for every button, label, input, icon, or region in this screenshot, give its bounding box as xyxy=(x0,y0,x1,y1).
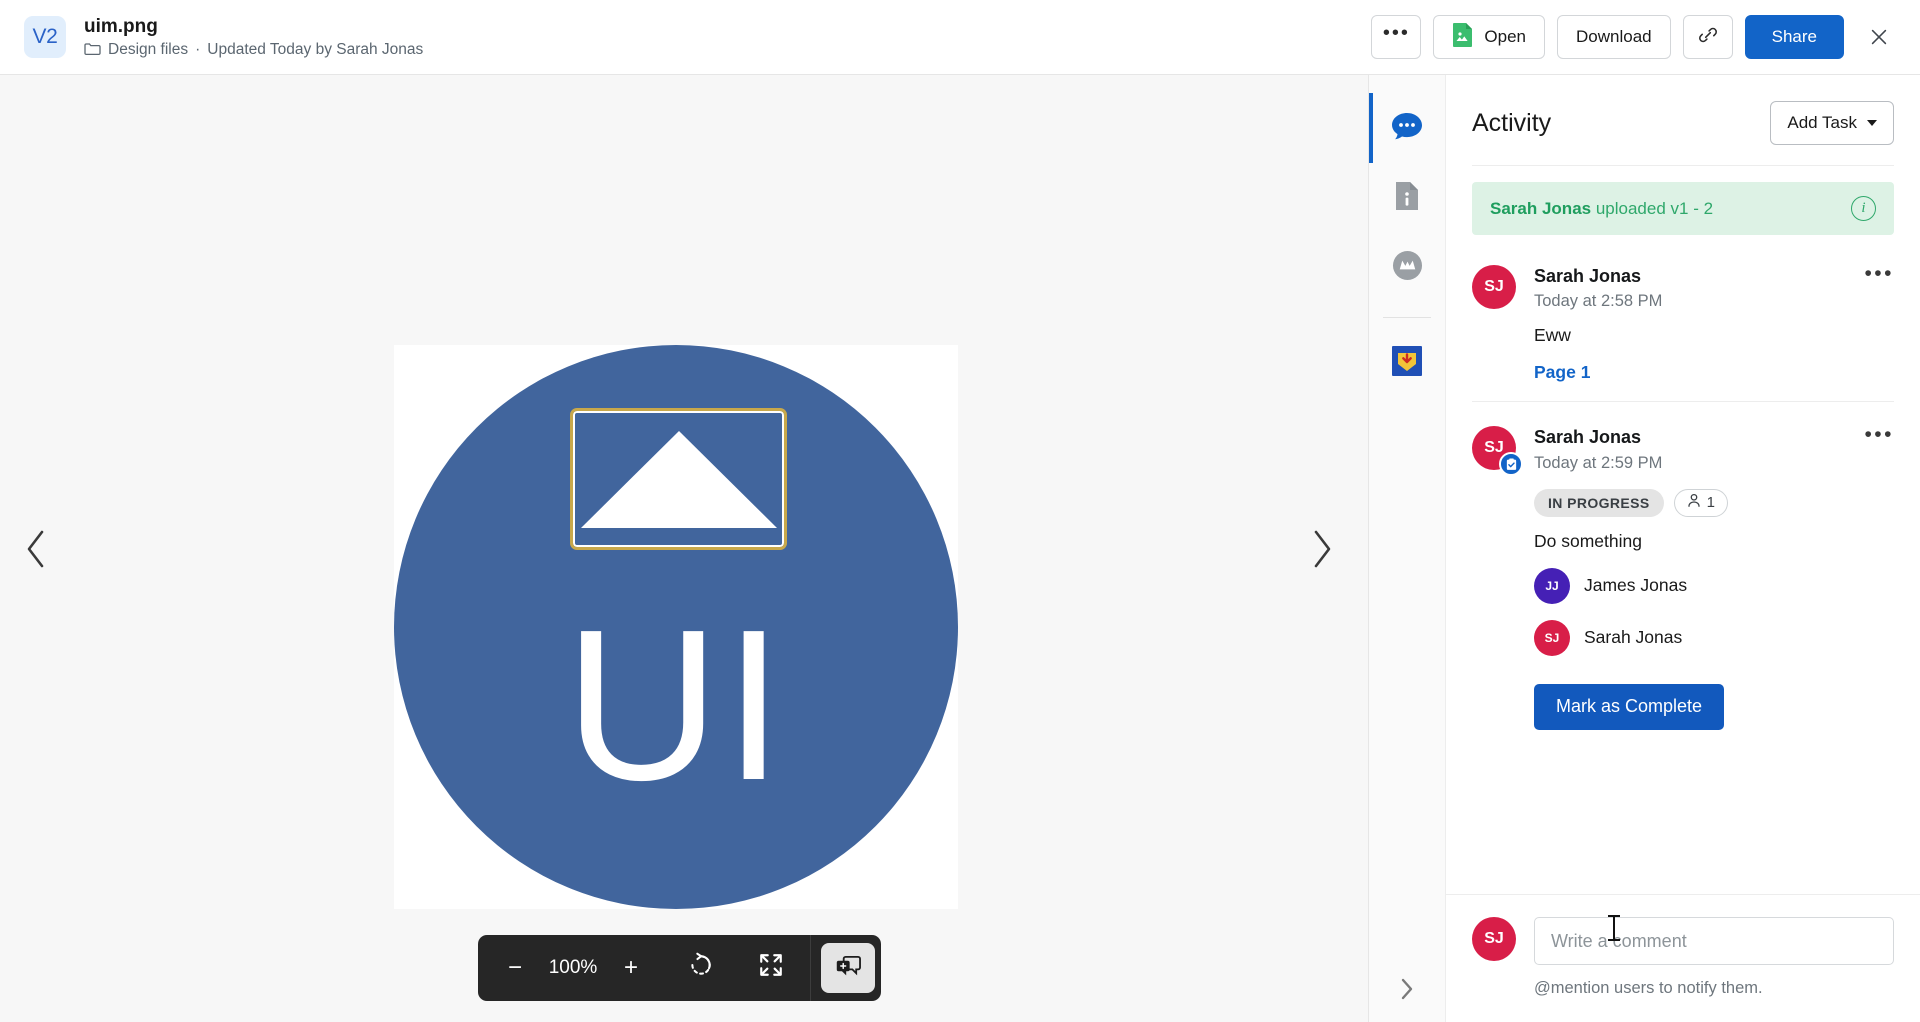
main-body: UI − 100% + Activity Add Task Sarah Jona… xyxy=(0,75,1920,1022)
task-assignee-row[interactable]: SJ Sarah Jonas xyxy=(1534,619,1894,656)
rail-item-info[interactable] xyxy=(1369,163,1445,233)
image-preview-area: UI − 100% + xyxy=(0,75,1368,1022)
task-body: Do something xyxy=(1534,530,1642,551)
app-header: V2 uim.png Design files · Updated Today … xyxy=(0,0,1920,75)
panel-icon-rail xyxy=(1368,75,1445,1022)
rotate-left-icon xyxy=(688,952,714,985)
info-icon[interactable]: i xyxy=(1851,196,1876,221)
zoom-toolbar: − 100% + xyxy=(478,935,881,1001)
avatar[interactable]: SJ xyxy=(1472,426,1523,477)
task-badge-row: IN PROGRESS 1 xyxy=(1534,488,1894,517)
comment-input[interactable] xyxy=(1534,917,1894,965)
avatar: SJ xyxy=(1472,917,1516,961)
mention-avatar-icon xyxy=(1392,250,1423,286)
header-actions: ••• Open Download Share xyxy=(1371,14,1902,60)
comment-content: Sarah Jonas Today at 2:58 PM Eww Page 1 xyxy=(1534,265,1894,383)
comment-timestamp: Today at 2:58 PM xyxy=(1534,292,1663,311)
add-comment-pin-button[interactable] xyxy=(821,943,875,993)
task-badge-icon xyxy=(1499,452,1523,477)
chevron-down-icon xyxy=(1867,120,1877,126)
composer-row: SJ xyxy=(1472,917,1894,965)
logo-triangle-icon xyxy=(580,431,777,528)
zoom-in-button[interactable]: + xyxy=(608,943,654,993)
next-file-button[interactable] xyxy=(1294,521,1350,577)
task-author: Sarah Jonas xyxy=(1534,427,1642,448)
rail-item-download-app[interactable] xyxy=(1369,328,1445,398)
avatar: SJ xyxy=(1534,619,1570,656)
open-button[interactable]: Open xyxy=(1433,15,1546,59)
status-badge[interactable]: IN PROGRESS xyxy=(1534,488,1664,517)
person-icon xyxy=(1687,493,1701,512)
collapse-panel-button[interactable] xyxy=(1369,976,1445,1002)
comment-more-button[interactable]: ••• xyxy=(1864,263,1894,284)
logo-text: UI xyxy=(564,584,788,825)
fullscreen-icon xyxy=(758,952,784,985)
rotate-left-button[interactable] xyxy=(678,943,724,993)
assignee-count-badge[interactable]: 1 xyxy=(1673,488,1729,517)
file-info-icon xyxy=(1393,180,1421,217)
activity-divider xyxy=(1472,165,1894,166)
page-title: uim.png xyxy=(84,15,158,37)
link-icon xyxy=(1697,24,1719,51)
file-meta: uim.png Design files · Updated Today by … xyxy=(84,16,423,59)
assignee-name: James Jonas xyxy=(1584,575,1688,596)
assignee-count: 1 xyxy=(1706,494,1716,512)
logo-sign-box xyxy=(570,408,787,550)
task-more-button[interactable]: ••• xyxy=(1864,424,1894,445)
folder-name[interactable]: Design files xyxy=(108,41,188,59)
zoom-out-button[interactable]: − xyxy=(492,943,538,993)
comment-page-link[interactable]: Page 1 xyxy=(1534,362,1590,383)
add-task-label: Add Task xyxy=(1787,113,1857,132)
comment-composer: SJ @mention users to notify them. xyxy=(1446,894,1920,1022)
activity-feed: Sarah Jonas uploaded v1 - 2 i SJ Sarah J… xyxy=(1446,165,1920,894)
activity-header: Activity Add Task xyxy=(1446,75,1920,165)
comment-body: Eww xyxy=(1534,325,1571,346)
zoom-level-label: 100% xyxy=(548,957,598,978)
comment-author: Sarah Jonas xyxy=(1534,266,1642,286)
avatar[interactable]: SJ xyxy=(1472,265,1516,309)
avatar: JJ xyxy=(1534,567,1570,604)
folder-icon xyxy=(84,42,101,56)
fullscreen-button[interactable] xyxy=(748,943,794,993)
upload-banner-detail: uploaded v1 - 2 xyxy=(1591,198,1714,218)
rail-divider xyxy=(1383,317,1431,318)
task-content: Sarah Jonas Today at 2:59 PM IN PROGRESS xyxy=(1534,426,1894,730)
activity-panel: Activity Add Task Sarah Jonas uploaded v… xyxy=(1445,75,1920,1022)
upload-banner-actor: Sarah Jonas xyxy=(1490,198,1592,218)
preview-image[interactable]: UI xyxy=(394,345,958,909)
rail-item-mentions[interactable] xyxy=(1369,233,1445,303)
activity-task-item: SJ Sarah Jonas Today at 2:59 PM IN PROGR… xyxy=(1472,418,1894,747)
upload-banner: Sarah Jonas uploaded v1 - 2 i xyxy=(1472,182,1894,235)
task-assignee-row[interactable]: JJ James Jonas xyxy=(1534,567,1894,604)
previous-file-button[interactable] xyxy=(8,521,64,577)
comment-divider xyxy=(1472,401,1894,403)
avatar-initials: SJ xyxy=(1484,439,1504,457)
close-button[interactable] xyxy=(1856,14,1902,60)
activity-comment-item: SJ Sarah Jonas Today at 2:58 PM Eww Page… xyxy=(1472,257,1894,401)
add-task-button[interactable]: Add Task xyxy=(1770,101,1894,145)
file-preview-app: V2 uim.png Design files · Updated Today … xyxy=(0,0,1920,1022)
meta-separator: · xyxy=(195,40,201,58)
more-options-button[interactable]: ••• xyxy=(1371,15,1422,59)
add-comment-icon xyxy=(835,954,862,982)
share-button[interactable]: Share xyxy=(1744,15,1844,59)
file-subtitle: Design files · Updated Today by Sarah Jo… xyxy=(84,41,423,59)
open-image-icon xyxy=(1452,22,1474,53)
activity-title: Activity xyxy=(1472,108,1552,137)
logo-circle: UI xyxy=(394,345,958,909)
copy-link-button[interactable] xyxy=(1682,15,1733,59)
assignee-name: Sarah Jonas xyxy=(1584,627,1683,648)
mark-as-complete-button[interactable]: Mark as Complete xyxy=(1534,683,1725,730)
upload-banner-text: Sarah Jonas uploaded v1 - 2 xyxy=(1490,199,1713,219)
download-button[interactable]: Download xyxy=(1557,15,1671,59)
version-badge[interactable]: V2 xyxy=(24,16,66,58)
comment-bubble-icon xyxy=(1390,110,1424,147)
updated-text: Updated Today by Sarah Jonas xyxy=(207,40,424,58)
rail-item-comments[interactable] xyxy=(1369,93,1445,163)
open-button-label: Open xyxy=(1484,27,1527,46)
task-timestamp: Today at 2:59 PM xyxy=(1534,453,1663,472)
download-app-icon xyxy=(1391,345,1423,382)
composer-hint: @mention users to notify them. xyxy=(1534,979,1763,997)
toolbar-divider xyxy=(810,935,811,1001)
